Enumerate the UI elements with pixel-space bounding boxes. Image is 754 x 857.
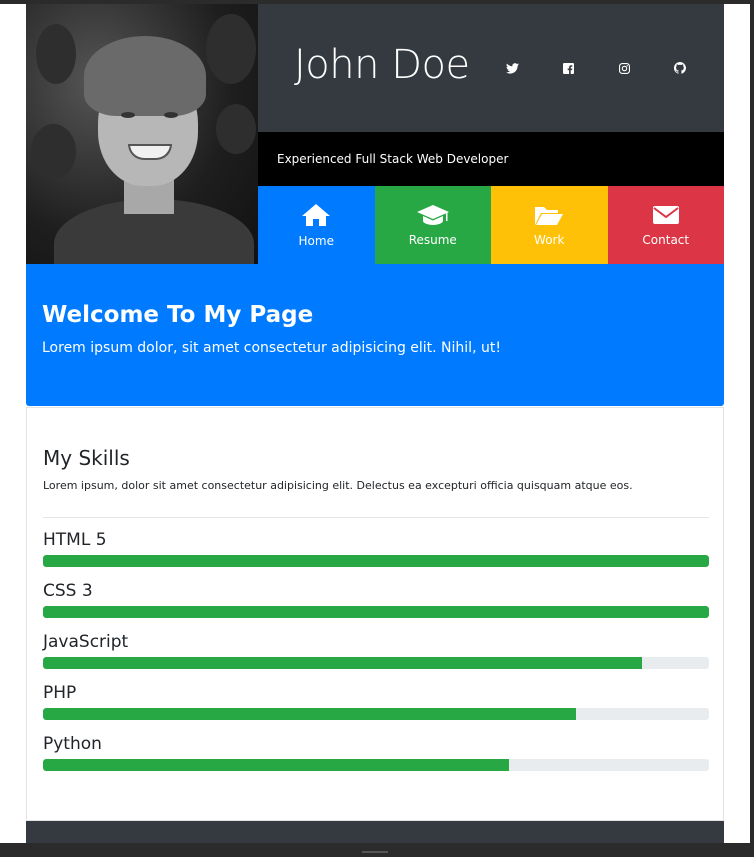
progress-fill (43, 708, 576, 720)
main-nav: Home Resume Work Contact (258, 186, 724, 264)
progress-fill (43, 606, 709, 618)
divider (43, 517, 709, 518)
envelope-icon (652, 204, 680, 233)
instagram-icon[interactable] (616, 60, 632, 76)
skill-item: PHP (43, 682, 709, 720)
folder-open-icon (534, 204, 564, 233)
profile-name: John Doe (294, 42, 470, 88)
github-icon[interactable] (672, 60, 688, 76)
page: John Doe Experienced Full Stack Web Deve… (0, 0, 750, 843)
twitter-icon[interactable] (504, 60, 520, 76)
resize-handle[interactable] (362, 851, 388, 853)
nav-contact[interactable]: Contact (607, 186, 724, 264)
skill-label: Python (43, 734, 102, 754)
nav-resume[interactable]: Resume (374, 186, 491, 264)
skill-label: HTML 5 (43, 530, 107, 550)
skills-title: My Skills (43, 446, 130, 470)
skills-intro: Lorem ipsum, dolor sit amet consectetur … (43, 479, 633, 492)
tagline: Experienced Full Stack Web Developer (277, 152, 509, 166)
progress-bar (43, 759, 709, 771)
welcome-banner: Welcome To My Page Lorem ipsum dolor, si… (26, 264, 724, 406)
skill-label: CSS 3 (43, 581, 93, 601)
nav-home-label: Home (298, 233, 334, 248)
window-frame (750, 0, 754, 857)
header: John Doe Experienced Full Stack Web Deve… (26, 4, 724, 264)
progress-fill (43, 759, 510, 771)
welcome-text: Lorem ipsum dolor, sit amet consectetur … (42, 340, 501, 356)
progress-bar (43, 708, 709, 720)
welcome-title: Welcome To My Page (42, 302, 314, 328)
home-icon (302, 203, 331, 234)
skill-item: JavaScript (43, 631, 709, 669)
progress-bar (43, 606, 709, 618)
facebook-icon[interactable] (560, 60, 576, 76)
footer (26, 821, 724, 843)
nav-home[interactable]: Home (258, 186, 375, 264)
window-frame (0, 0, 754, 4)
window-frame (0, 843, 754, 857)
skill-item: CSS 3 (43, 580, 709, 618)
graduation-cap-icon (416, 204, 449, 233)
tagline-bar: Experienced Full Stack Web Developer (258, 132, 724, 186)
name-bar: John Doe (258, 4, 724, 132)
nav-work-label: Work (534, 232, 565, 247)
profile-photo (26, 4, 258, 264)
skill-item: HTML 5 (43, 529, 709, 567)
skill-label: PHP (43, 683, 77, 703)
progress-fill (43, 657, 643, 669)
progress-bar (43, 555, 709, 567)
skill-item: Python (43, 733, 709, 771)
progress-fill (43, 555, 709, 567)
nav-resume-label: Resume (408, 232, 457, 247)
skills-section: My Skills Lorem ipsum, dolor sit amet co… (26, 407, 724, 821)
nav-work[interactable]: Work (491, 186, 608, 264)
nav-contact-label: Contact (642, 232, 690, 247)
skill-label: JavaScript (43, 632, 129, 652)
progress-bar (43, 657, 709, 669)
